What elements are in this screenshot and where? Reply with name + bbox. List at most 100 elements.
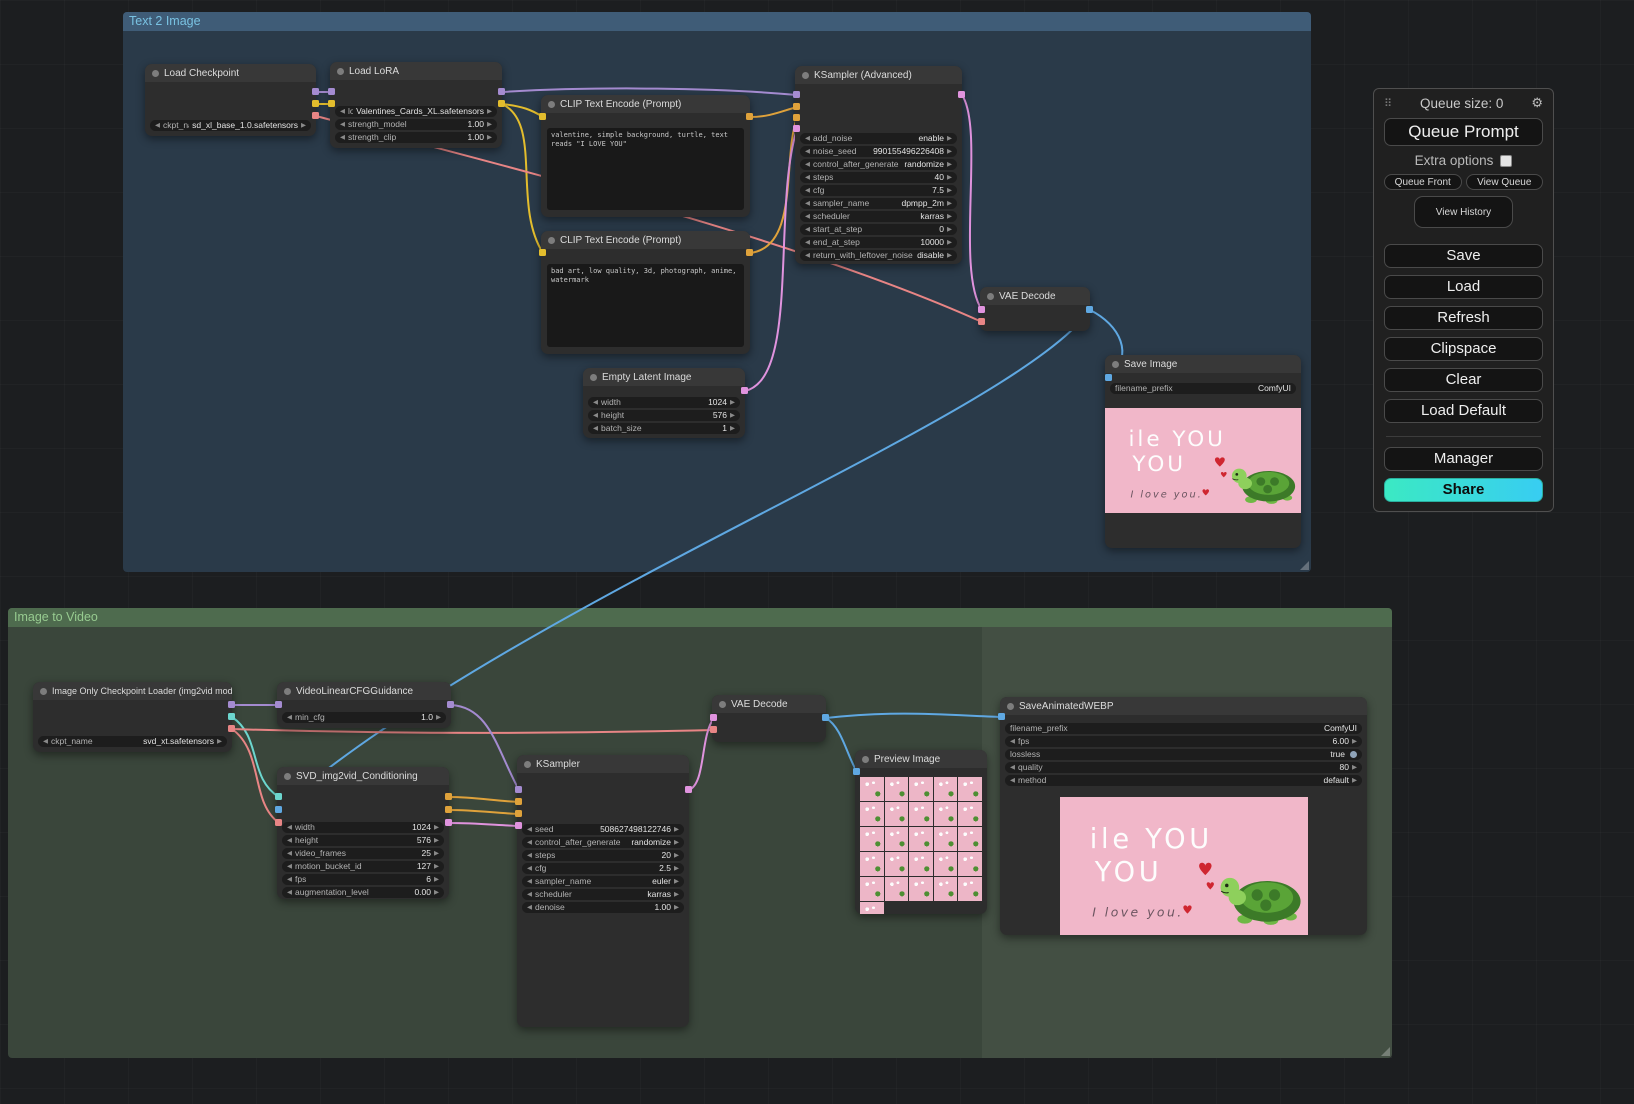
- increment-arrow-icon[interactable]: ▶: [1352, 776, 1357, 784]
- increment-arrow-icon[interactable]: ▶: [1352, 763, 1357, 771]
- node-image-only-checkpoint-loader[interactable]: Image Only Checkpoint Loader (img2vid mo…: [33, 682, 232, 752]
- widget-start_at_step[interactable]: ◀start_at_step0▶: [800, 224, 957, 236]
- positive-input-port[interactable]: [515, 798, 522, 805]
- increment-arrow-icon[interactable]: ▶: [436, 713, 441, 721]
- positive-input-port[interactable]: [793, 103, 800, 110]
- decrement-arrow-icon[interactable]: ◀: [287, 823, 292, 831]
- node-title-bar[interactable]: Preview Image: [855, 750, 987, 768]
- group-resize-handle[interactable]: [1300, 561, 1309, 570]
- increment-arrow-icon[interactable]: ▶: [434, 823, 439, 831]
- decrement-arrow-icon[interactable]: ◀: [43, 737, 48, 745]
- clear-button[interactable]: Clear: [1384, 368, 1543, 392]
- widget-width[interactable]: ◀width1024▶: [282, 822, 444, 834]
- widget-augmentation_level[interactable]: ◀augmentation_level0.00▶: [282, 887, 444, 899]
- model-input-port[interactable]: [515, 786, 522, 793]
- increment-arrow-icon[interactable]: ▶: [730, 424, 735, 432]
- increment-arrow-icon[interactable]: ▶: [947, 147, 952, 155]
- images-input-port[interactable]: [853, 768, 860, 775]
- share-button[interactable]: Share: [1384, 478, 1543, 502]
- negative-output-port[interactable]: [445, 806, 452, 813]
- latent-output-port[interactable]: [741, 387, 748, 394]
- widget-min_cfg[interactable]: ◀min_cfg1.0▶: [282, 712, 446, 724]
- widget-fps[interactable]: ◀fps6.00▶: [1005, 736, 1362, 748]
- increment-arrow-icon[interactable]: ▶: [947, 173, 952, 181]
- negative-input-port[interactable]: [793, 114, 800, 121]
- decrement-arrow-icon[interactable]: ◀: [805, 160, 810, 168]
- increment-arrow-icon[interactable]: ▶: [947, 251, 952, 259]
- node-ksampler[interactable]: KSampler ◀seed508627498122746▶◀control_a…: [517, 755, 689, 1027]
- decrement-arrow-icon[interactable]: ◀: [340, 120, 345, 128]
- negative-prompt-textarea[interactable]: bad art, low quality, 3d, photograph, an…: [547, 264, 744, 347]
- clip-input-port[interactable]: [539, 113, 546, 120]
- clipvision-input-port[interactable]: [275, 793, 282, 800]
- vae-output-port[interactable]: [228, 725, 235, 732]
- widget-steps[interactable]: ◀steps20▶: [522, 850, 684, 862]
- widget-batch_size[interactable]: ◀batch_size1▶: [588, 423, 740, 435]
- increment-arrow-icon[interactable]: ▶: [674, 877, 679, 885]
- image-output-port[interactable]: [822, 714, 829, 721]
- widget-strength_clip[interactable]: ◀strength_clip1.00▶: [335, 132, 497, 144]
- node-title-bar[interactable]: CLIP Text Encode (Prompt): [541, 231, 750, 249]
- increment-arrow-icon[interactable]: ▶: [674, 838, 679, 846]
- decrement-arrow-icon[interactable]: ◀: [1010, 776, 1015, 784]
- decrement-arrow-icon[interactable]: ◀: [340, 133, 345, 141]
- model-input-port[interactable]: [275, 701, 282, 708]
- decrement-arrow-icon[interactable]: ◀: [593, 398, 598, 406]
- widget-sampler_name[interactable]: ◀sampler_nameeuler▶: [522, 876, 684, 888]
- node-preview-image[interactable]: Preview Image: [855, 750, 987, 914]
- node-title-bar[interactable]: Image Only Checkpoint Loader (img2vid mo…: [33, 682, 232, 700]
- decrement-arrow-icon[interactable]: ◀: [155, 121, 160, 129]
- collapse-dot-icon[interactable]: [284, 773, 291, 780]
- widget-strength_model[interactable]: ◀strength_model1.00▶: [335, 119, 497, 131]
- model-output-port[interactable]: [312, 88, 319, 95]
- comfyui-canvas[interactable]: { "groups": { "t2i": {"title": "Text 2 I…: [0, 0, 1634, 1104]
- decrement-arrow-icon[interactable]: ◀: [527, 877, 532, 885]
- decrement-arrow-icon[interactable]: ◀: [340, 107, 345, 115]
- node-save-animated-webp[interactable]: SaveAnimatedWEBP filename_prefixComfyUI◀…: [1000, 697, 1367, 935]
- samples-input-port[interactable]: [710, 714, 717, 721]
- widget-cfg[interactable]: ◀cfg7.5▶: [800, 185, 957, 197]
- positive-prompt-textarea[interactable]: valentine, simple background, turtle, te…: [547, 128, 744, 210]
- samples-input-port[interactable]: [978, 306, 985, 313]
- load-button[interactable]: Load: [1384, 275, 1543, 299]
- images-input-port[interactable]: [998, 713, 1005, 720]
- widget-filename_prefix[interactable]: filename_prefixComfyUI: [1110, 383, 1296, 395]
- node-load-lora[interactable]: Load LoRA ◀lora_nameValentines_Cards_XL.…: [330, 62, 502, 148]
- node-clip-text-encode-positive[interactable]: CLIP Text Encode (Prompt) valentine, sim…: [541, 95, 750, 217]
- increment-arrow-icon[interactable]: ▶: [947, 186, 952, 194]
- collapse-dot-icon[interactable]: [284, 688, 291, 695]
- widget-ckpt_name[interactable]: ◀ckpt_namesd_xl_base_1.0.safetensors▶: [150, 120, 311, 132]
- widget-height[interactable]: ◀height576▶: [282, 835, 444, 847]
- node-clip-text-encode-negative[interactable]: CLIP Text Encode (Prompt) bad art, low q…: [541, 231, 750, 354]
- model-input-port[interactable]: [793, 91, 800, 98]
- node-title-bar[interactable]: VideoLinearCFGGuidance: [277, 682, 451, 700]
- latent-input-port[interactable]: [793, 125, 800, 132]
- widget-end_at_step[interactable]: ◀end_at_step10000▶: [800, 237, 957, 249]
- increment-arrow-icon[interactable]: ▶: [301, 121, 306, 129]
- decrement-arrow-icon[interactable]: ◀: [805, 134, 810, 142]
- widget-sampler_name[interactable]: ◀sampler_namedpmpp_2m▶: [800, 198, 957, 210]
- clip-output-port[interactable]: [498, 100, 505, 107]
- load-default-button[interactable]: Load Default: [1384, 399, 1543, 423]
- increment-arrow-icon[interactable]: ▶: [674, 903, 679, 911]
- widget-video_frames[interactable]: ◀video_frames25▶: [282, 848, 444, 860]
- collapse-dot-icon[interactable]: [1112, 361, 1119, 368]
- positive-output-port[interactable]: [445, 793, 452, 800]
- decrement-arrow-icon[interactable]: ◀: [805, 225, 810, 233]
- model-input-port[interactable]: [328, 88, 335, 95]
- increment-arrow-icon[interactable]: ▶: [674, 890, 679, 898]
- increment-arrow-icon[interactable]: ▶: [947, 238, 952, 246]
- node-title-bar[interactable]: CLIP Text Encode (Prompt): [541, 95, 750, 113]
- settings-gear-icon[interactable]: ⚙: [1531, 95, 1543, 111]
- decrement-arrow-icon[interactable]: ◀: [287, 849, 292, 857]
- node-title-bar[interactable]: KSampler (Advanced): [795, 66, 962, 84]
- collapse-dot-icon[interactable]: [548, 237, 555, 244]
- node-svd-img2vid-conditioning[interactable]: SVD_img2vid_Conditioning ◀width1024▶◀hei…: [277, 767, 449, 899]
- collapse-dot-icon[interactable]: [40, 688, 47, 695]
- increment-arrow-icon[interactable]: ▶: [434, 875, 439, 883]
- decrement-arrow-icon[interactable]: ◀: [287, 836, 292, 844]
- node-empty-latent-image[interactable]: Empty Latent Image ◀width1024▶◀height576…: [583, 368, 745, 438]
- decrement-arrow-icon[interactable]: ◀: [527, 825, 532, 833]
- latent-output-port[interactable]: [445, 819, 452, 826]
- decrement-arrow-icon[interactable]: ◀: [593, 411, 598, 419]
